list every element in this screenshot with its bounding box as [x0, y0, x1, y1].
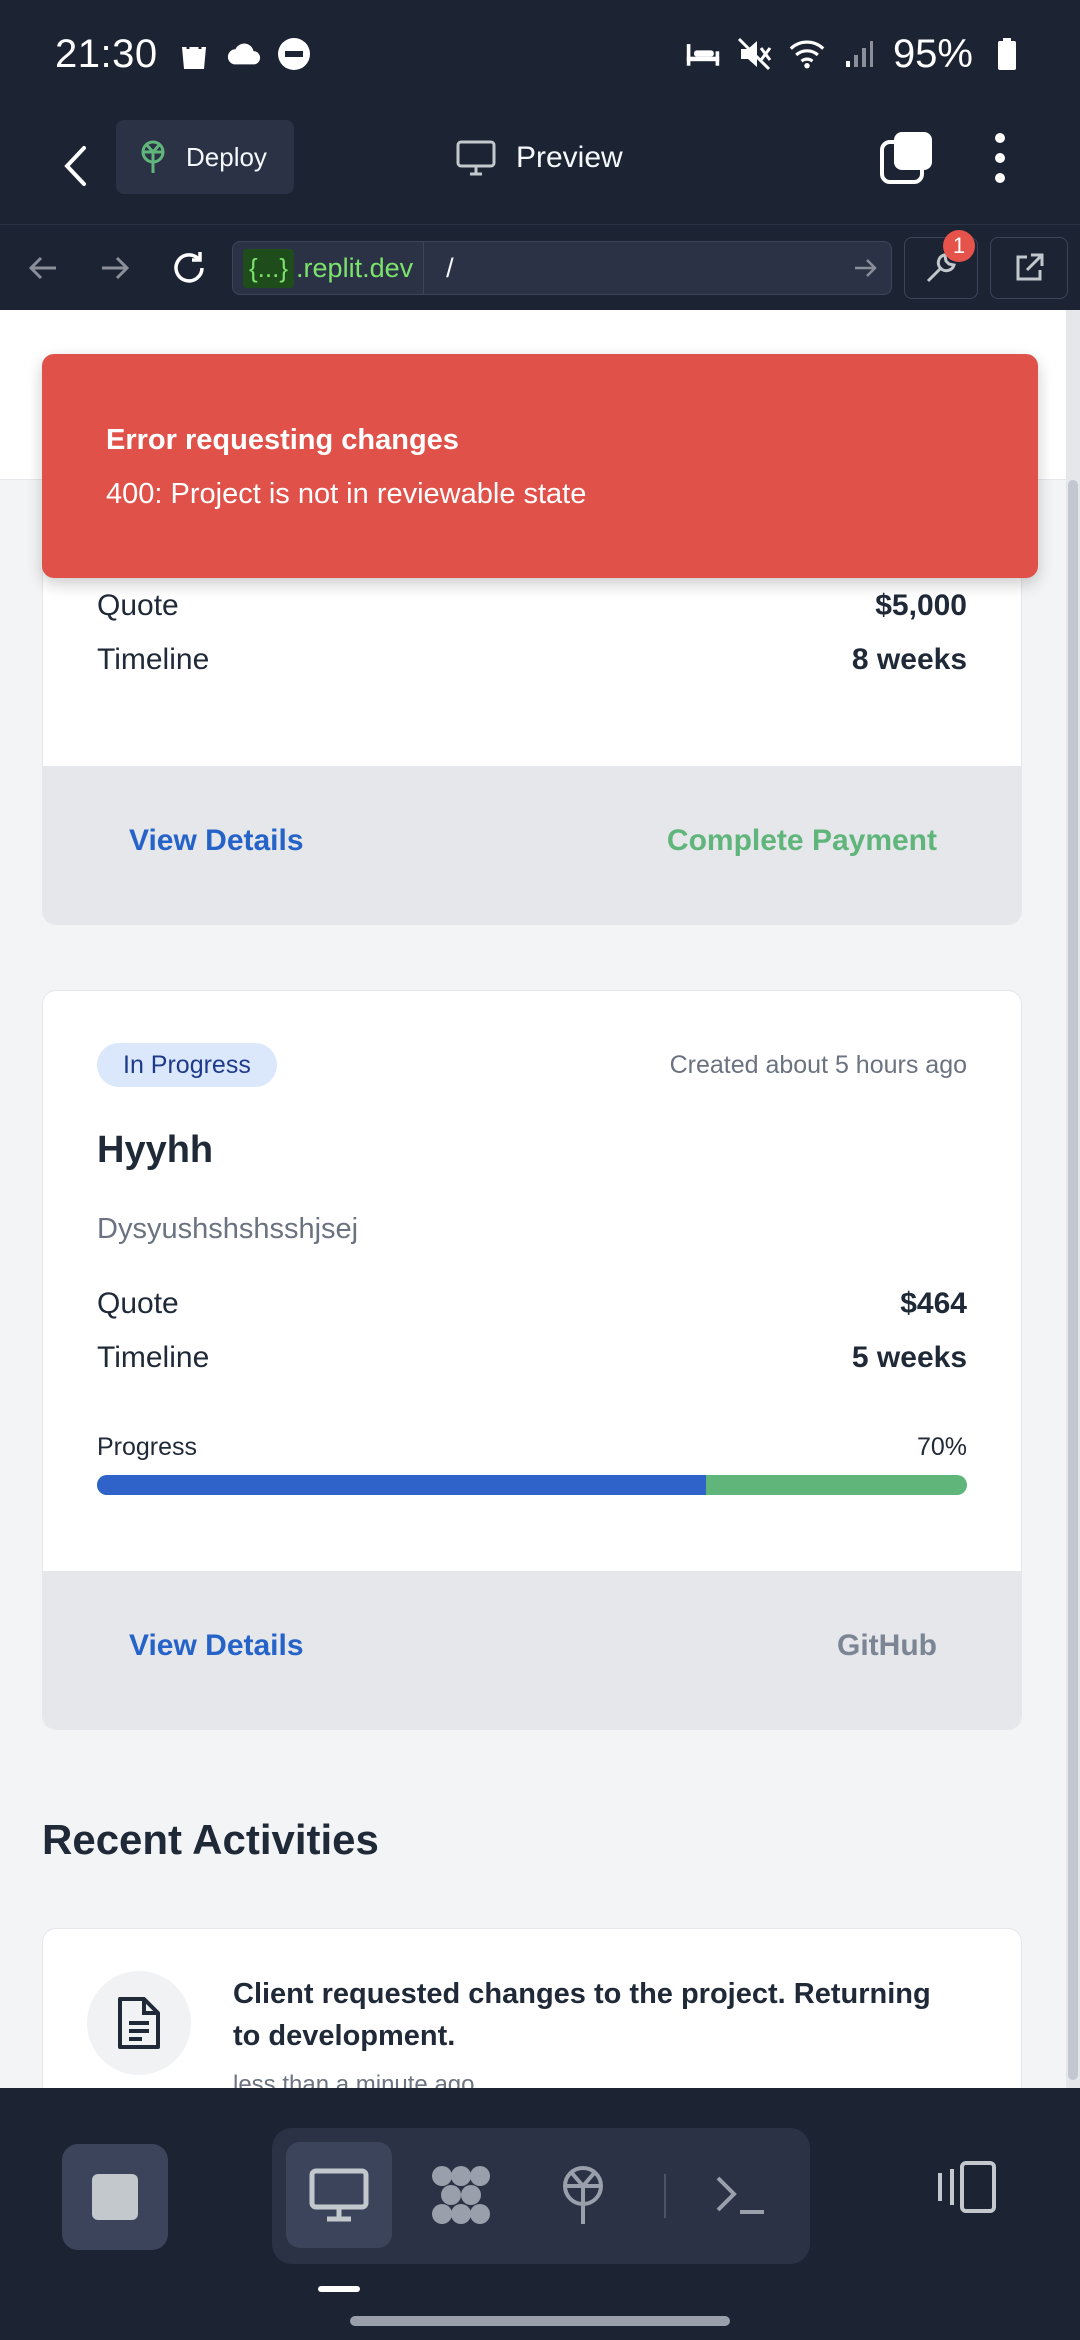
preview-webview: Quote $5,000 Timeline 8 weeks View Detai…: [0, 310, 1080, 2088]
external-link-icon: [1016, 253, 1044, 281]
wifi-icon: [789, 36, 825, 72]
timeline-label: Timeline: [97, 643, 210, 676]
quote-value: $464: [900, 1287, 967, 1320]
browser-toolbar: {...} .replit.dev / 1: [0, 224, 1080, 310]
chevron-left-icon: [64, 146, 86, 186]
complete-payment-button[interactable]: Complete Payment: [667, 824, 937, 858]
view-details-button[interactable]: View Details: [129, 824, 304, 858]
toast-title: Error requesting changes: [106, 424, 459, 456]
progress-bar: [97, 1475, 967, 1495]
tool-divider: [664, 2174, 666, 2218]
deploy-icon: [141, 140, 165, 173]
timeline-row: Timeline 5 weeks: [97, 1341, 967, 1375]
webview-tool-button[interactable]: [286, 2142, 392, 2248]
desktop-icon: [309, 2168, 369, 2222]
more-dot-icon: [995, 133, 1005, 143]
preview-tab[interactable]: Preview: [456, 128, 623, 188]
more-dot-icon: [995, 173, 1005, 183]
timeline-value: 5 weeks: [851, 1341, 967, 1374]
mute-icon: [737, 36, 773, 72]
sleep-mode-icon: [685, 36, 721, 72]
arrow-right-icon: [102, 256, 130, 280]
quote-row: Quote $464: [97, 1287, 967, 1321]
quote-label: Quote: [97, 1287, 179, 1320]
tabs-icon: [880, 132, 932, 184]
workspace-icon: [432, 2166, 490, 2224]
devtools-button[interactable]: 1: [904, 230, 978, 299]
shell-tool-button[interactable]: [688, 2142, 794, 2248]
home-gesture-bar[interactable]: [350, 2316, 730, 2326]
project-card: In Progress Created about 5 hours ago Hy…: [42, 990, 1022, 1730]
deploy-button[interactable]: Deploy: [116, 120, 294, 194]
status-bar: 21:30 95%: [0, 0, 1080, 108]
card-footer: View Details GitHub: [43, 1571, 1021, 1729]
url-chip: {...}: [243, 248, 295, 288]
back-button[interactable]: [50, 136, 100, 196]
panel-icon: [938, 2161, 996, 2213]
bottom-dock: [0, 2088, 1080, 2340]
cloud-icon: [226, 36, 262, 72]
quote-label: Quote: [97, 589, 179, 622]
scrollbar[interactable]: [1066, 310, 1080, 2088]
url-domain: {...} .replit.dev: [233, 242, 425, 294]
status-badge: In Progress: [97, 1043, 277, 1087]
stop-icon: [92, 2174, 138, 2220]
github-button[interactable]: GitHub: [837, 1629, 937, 1663]
monitor-icon: [456, 140, 496, 176]
scrollbar-thumb[interactable]: [1068, 480, 1078, 2080]
progress-bar-fill: [97, 1475, 706, 1495]
stop-button[interactable]: [62, 2144, 168, 2250]
reload-icon: [174, 252, 204, 283]
url-host: .replit.dev: [296, 252, 414, 283]
reload-button[interactable]: [166, 245, 212, 291]
deploy-label: Deploy: [186, 141, 267, 172]
card-footer: View Details Complete Payment: [43, 766, 1021, 924]
toast-message: 400: Project is not in reviewable state: [106, 478, 587, 510]
tool-switcher: [272, 2128, 810, 2264]
arrow-right-icon: [855, 259, 877, 277]
url-path-input[interactable]: /: [424, 253, 841, 284]
clock: 21:30: [55, 31, 158, 76]
quote-value: $5,000: [875, 589, 967, 622]
progress-percentage: 70%: [916, 1433, 967, 1461]
do-not-disturb-icon: [276, 36, 312, 72]
document-icon: [87, 1971, 191, 2075]
progress-label: Progress: [97, 1433, 198, 1461]
activity-text: Client requested changes to the project.…: [233, 1978, 931, 2052]
deploy-icon: [563, 2166, 603, 2224]
devtools-badge: 1: [943, 230, 975, 262]
more-dot-icon: [995, 153, 1005, 163]
deploy-tool-button[interactable]: [530, 2142, 636, 2248]
activity-item: Client requested changes to the project.…: [42, 1928, 1022, 2088]
quote-row: Quote $5,000: [97, 589, 967, 623]
timeline-value: 8 weeks: [851, 643, 967, 676]
created-timestamp: Created about 5 hours ago: [669, 1051, 967, 1079]
shopping-bag-icon: [176, 36, 212, 72]
more-options-button[interactable]: [982, 128, 1018, 188]
workspace-tool-button[interactable]: [408, 2142, 514, 2248]
open-external-button[interactable]: [990, 237, 1068, 299]
project-title: Hyyhh: [97, 1129, 214, 1171]
recent-activities-heading: Recent Activities: [42, 1816, 379, 1863]
active-tool-indicator: [318, 2286, 360, 2292]
terminal-icon: [716, 2176, 764, 2214]
signal-icon: [841, 36, 877, 72]
browser-back-button[interactable]: [20, 245, 66, 291]
arrow-left-icon: [28, 256, 56, 280]
timeline-label: Timeline: [97, 1341, 210, 1374]
battery-icon: [989, 36, 1025, 72]
project-description: Dysyushshshsshjsej: [97, 1213, 359, 1245]
app-header: Deploy Preview: [0, 108, 1080, 224]
tabs-button[interactable]: [878, 128, 938, 188]
url-bar[interactable]: {...} .replit.dev /: [232, 241, 892, 295]
timeline-row: Timeline 8 weeks: [97, 643, 967, 677]
url-go-button[interactable]: [841, 257, 891, 279]
error-toast[interactable]: Error requesting changes 400: Project is…: [42, 354, 1038, 578]
activity-time: less than a minute ago: [233, 2071, 475, 2088]
battery-percentage: 95%: [892, 31, 973, 76]
browser-forward-button[interactable]: [92, 245, 138, 291]
panel-toggle-button[interactable]: [930, 2152, 1000, 2222]
preview-label: Preview: [516, 141, 623, 174]
view-details-button[interactable]: View Details: [129, 1629, 304, 1663]
